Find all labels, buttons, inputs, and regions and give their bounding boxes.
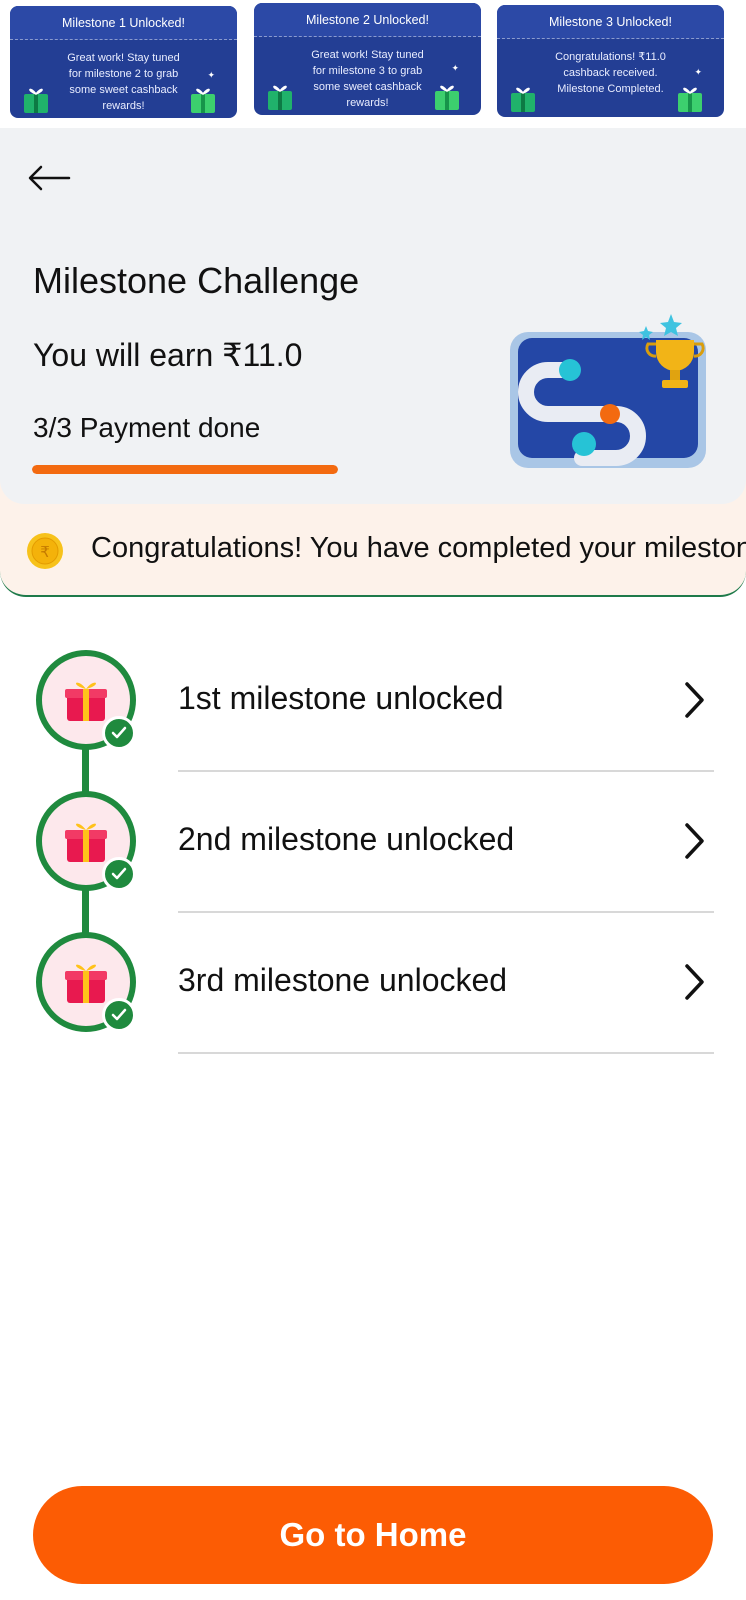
milestone-card-3: Milestone 3 Unlocked! Congratulations! ₹… (497, 5, 724, 117)
payment-progress-text: 3/3 Payment done (33, 412, 261, 443)
milestone-cards-strip: Milestone 1 Unlocked! Great work! Stay t… (0, 0, 746, 128)
milestone-card-1: Milestone 1 Unlocked! Great work! Stay t… (10, 6, 237, 118)
gift-icon (191, 88, 215, 113)
card-line: for milestone 3 to grab (312, 65, 423, 77)
card-line: for milestone 2 to grab (68, 68, 179, 80)
svg-text:₹: ₹ (40, 543, 50, 561)
gift-icon (65, 823, 107, 862)
earn-amount-text: You will earn ₹11.0 (33, 337, 303, 373)
sparkle-icon: ✦ (451, 63, 459, 73)
milestone-label: 3rd milestone unlocked (178, 962, 508, 998)
back-arrow-icon (28, 165, 71, 191)
progress-fill (32, 465, 338, 474)
check-icon (102, 998, 136, 1032)
gift-icon (65, 964, 107, 1003)
divider (178, 911, 714, 913)
sparkle-icon: ✦ (694, 67, 702, 77)
card-line: some sweet cashback (313, 81, 422, 93)
rupee-coin-icon: ₹ (27, 533, 63, 569)
chevron-right-icon[interactable] (678, 962, 708, 1002)
milestone-row-2[interactable]: 2nd milestone unlocked (0, 781, 746, 922)
check-icon (102, 857, 136, 891)
divider (178, 770, 714, 772)
payment-progress-bar (32, 465, 338, 474)
gift-icon (268, 85, 292, 110)
milestone-card-2: Milestone 2 Unlocked! Great work! Stay t… (254, 3, 481, 115)
banner-message: Congratulations! You have completed your… (91, 532, 746, 564)
milestone-label: 2nd milestone unlocked (178, 821, 515, 857)
sparkle-icon: ✦ (207, 70, 215, 80)
chevron-right-icon[interactable] (678, 680, 708, 720)
card-title: Milestone 1 Unlocked! (10, 6, 237, 40)
divider (178, 1052, 714, 1054)
gift-icon (65, 682, 107, 721)
gift-icon (435, 85, 459, 110)
card-line: Congratulations! ₹11.0 (555, 51, 666, 63)
check-icon (102, 716, 136, 750)
gift-icon (678, 87, 702, 112)
card-line: some sweet cashback (69, 84, 178, 96)
chevron-right-icon[interactable] (678, 821, 708, 861)
milestone-label: 1st milestone unlocked (178, 680, 504, 716)
page-title: Milestone Challenge (33, 260, 360, 301)
milestone-path-trophy-illustration (510, 314, 706, 468)
milestone-row-3[interactable]: 3rd milestone unlocked (0, 922, 746, 1063)
card-line: Milestone Completed. (557, 83, 664, 95)
milestone-row-1[interactable]: 1st milestone unlocked (0, 640, 746, 781)
card-line: Great work! Stay tuned (311, 49, 424, 61)
card-line: cashback received. (563, 67, 658, 79)
go-to-home-button[interactable]: Go to Home (33, 1486, 713, 1584)
card-title: Milestone 2 Unlocked! (254, 3, 481, 37)
gift-icon (511, 87, 535, 112)
back-button[interactable] (24, 158, 74, 198)
card-line: rewards! (102, 100, 145, 112)
card-line: Great work! Stay tuned (67, 52, 180, 64)
card-line: rewards! (346, 97, 389, 109)
challenge-header: Milestone Challenge You will earn ₹11.0 … (0, 128, 746, 504)
gift-icon (24, 88, 48, 113)
card-title: Milestone 3 Unlocked! (497, 5, 724, 39)
